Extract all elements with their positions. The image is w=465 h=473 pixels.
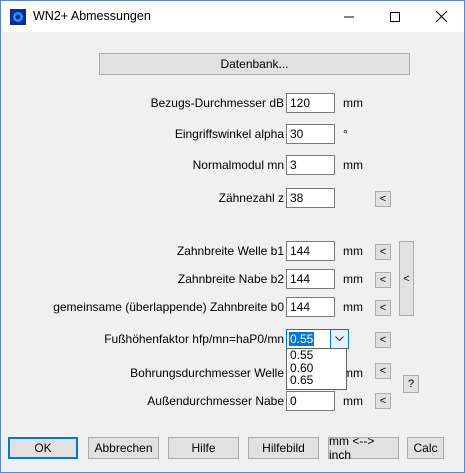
module-input[interactable]: 3	[286, 155, 335, 175]
outer-diameter-arrow-button[interactable]: <	[375, 393, 391, 409]
teeth-label: Zähnezahl z	[218, 191, 284, 205]
width-hub-input[interactable]: 144	[286, 269, 335, 289]
pressure-angle-label: Eingriffswinkel alpha	[174, 127, 284, 141]
bore-diameter-label: Bohrungsdurchmesser Welle	[130, 366, 284, 380]
bore-diameter-arrow-button[interactable]: <	[375, 363, 391, 379]
info-help-button[interactable]: ?	[403, 375, 419, 393]
dedendum-factor-select[interactable]: 0.55	[286, 329, 349, 349]
pressure-angle-unit: °	[343, 127, 348, 141]
diameter-label: Bezugs-Durchmesser dB	[150, 96, 284, 110]
width-hub-arrow-button[interactable]: <	[375, 272, 391, 288]
common-width-arrow-button[interactable]: <	[375, 300, 391, 316]
width-hub-unit: mm	[343, 272, 363, 286]
teeth-arrow-button[interactable]: <	[375, 191, 391, 207]
help-image-button[interactable]: Hilfebild	[248, 437, 319, 459]
minimize-icon	[344, 16, 354, 17]
width-hub-label: Zahnbreite Nabe b2	[177, 272, 284, 286]
window-title: WN2+ Abmessungen	[33, 9, 151, 23]
unit-toggle-button[interactable]: mm <--> inch	[328, 434, 399, 462]
maximize-icon	[390, 11, 400, 22]
width-shaft-arrow-button[interactable]: <	[375, 244, 391, 260]
cancel-button[interactable]: Abbrechen	[88, 437, 159, 459]
dedendum-factor-value: 0.55	[289, 332, 315, 346]
app-icon	[10, 9, 26, 25]
database-button[interactable]: Datenbank...	[99, 53, 410, 75]
module-label: Normalmodul mn	[192, 158, 284, 172]
ok-button[interactable]: OK	[8, 437, 78, 459]
module-unit: mm	[343, 158, 363, 172]
width-shaft-input[interactable]: 144	[286, 241, 335, 261]
common-width-label: gemeinsame (überlappende) Zahnbreite b0	[53, 300, 284, 314]
dropdown-option[interactable]: 0.55	[287, 349, 346, 362]
title-bar: WN2+ Abmessungen	[1, 1, 464, 32]
width-group-arrow-button[interactable]: <	[399, 241, 414, 316]
maximize-button[interactable]	[372, 1, 418, 32]
width-shaft-label: Zahnbreite Welle b1	[176, 244, 284, 258]
help-button[interactable]: Hilfe	[168, 437, 239, 459]
dedendum-factor-arrow-button[interactable]: <	[375, 332, 391, 348]
calc-button[interactable]: Calc	[407, 437, 444, 459]
outer-diameter-input[interactable]: 0	[286, 391, 335, 411]
width-shaft-unit: mm	[343, 244, 363, 258]
outer-diameter-unit: mm	[343, 394, 363, 408]
diameter-unit: mm	[343, 96, 363, 110]
teeth-input[interactable]: 38	[286, 188, 335, 208]
minimize-button[interactable]	[326, 1, 372, 32]
chevron-down-icon[interactable]	[330, 330, 348, 348]
dedendum-factor-label: Fußhöhenfaktor hfp/mn=haP0/mn	[104, 332, 284, 346]
dropdown-option[interactable]: 0.65	[287, 374, 346, 387]
diameter-input[interactable]: 120	[286, 93, 335, 113]
common-width-unit: mm	[343, 300, 363, 314]
dialog-window: WN2+ Abmessungen Datenbank... Bezugs-Dur…	[0, 0, 465, 473]
common-width-input[interactable]: 144	[286, 297, 335, 317]
outer-diameter-label: Außendurchmesser Nabe	[147, 394, 284, 408]
dedendum-factor-dropdown[interactable]: 0.55 0.60 0.65	[286, 348, 347, 390]
close-button[interactable]	[418, 1, 464, 32]
close-icon	[435, 11, 447, 22]
pressure-angle-input[interactable]: 30	[286, 124, 335, 144]
